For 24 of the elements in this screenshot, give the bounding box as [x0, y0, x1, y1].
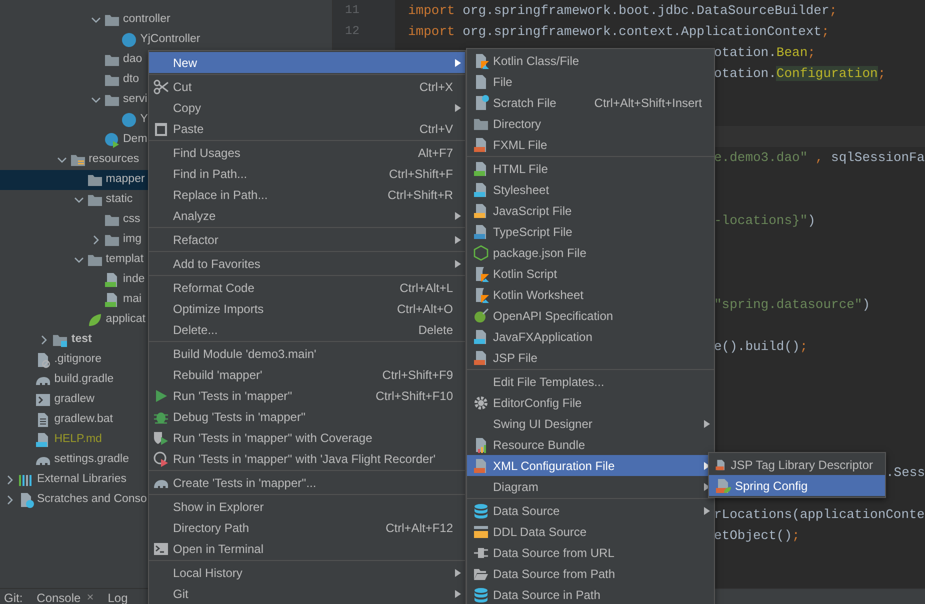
code-line: e.demo3.dao" , sqlSessionFa [714, 149, 925, 167]
shortcut-text: Delete [418, 322, 453, 338]
code-line: etObject(); [714, 527, 800, 545]
code-line: rLocations(applicationConte [714, 506, 925, 524]
shortcut-text: Ctrl+Alt+L [400, 280, 453, 296]
code-line: otation.Bean; [714, 44, 816, 62]
code-line: import org.springframework.boot.jdbc.DataSourceBuilder; [408, 2, 838, 20]
shortcut-text: Ctrl+Alt+F12 [386, 520, 453, 536]
shortcut-text: Ctrl+Alt+O [396, 300, 453, 318]
code-line: -locations}") [714, 212, 816, 230]
shortcut-text: Ctrl+X [419, 78, 453, 96]
code-line: e().build(); [714, 338, 808, 356]
shortcut-text: Ctrl+V [419, 120, 453, 138]
code-line: otation.Configuration; [714, 65, 886, 83]
shortcut-text: Ctrl+Alt+Shift+Insert [594, 94, 702, 112]
shortcut-text: Ctrl+Shift+F10 [376, 388, 453, 404]
code-line: "spring.datasource") [714, 296, 870, 314]
shortcut-text: Ctrl+Shift+R [388, 186, 453, 204]
shortcut-text: Ctrl+Shift+F9 [382, 366, 453, 384]
code-line: .Sess [886, 464, 925, 482]
tool-window-label: Git: [3, 590, 24, 604]
shortcut-text: Ctrl+Shift+F [388, 166, 453, 182]
shortcut-text: Alt+F7 [418, 144, 453, 162]
code-line: import org.springframework.context.ApplicationContext; [408, 23, 830, 41]
